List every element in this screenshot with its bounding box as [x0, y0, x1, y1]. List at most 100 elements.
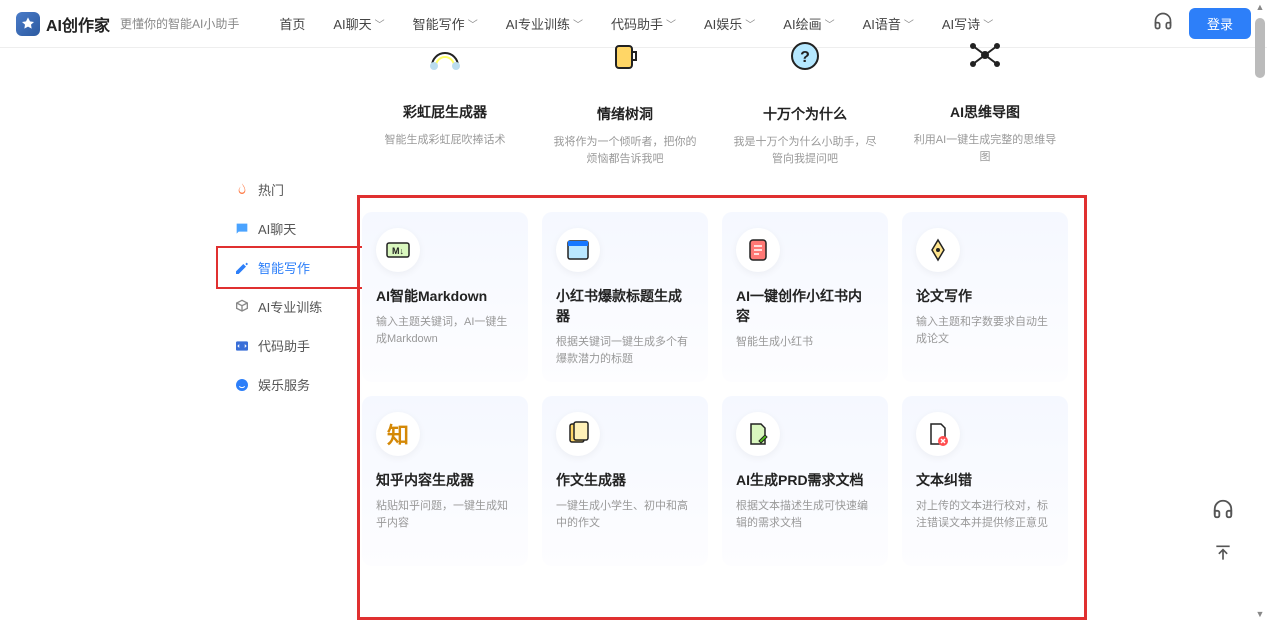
card-rainbow[interactable]: 彩虹屁生成器 智能生成彩虹屁吹捧话术 [362, 40, 528, 185]
zhihu-icon: 知 [376, 412, 420, 456]
sidebar-item-label: 智能写作 [258, 258, 310, 277]
card-xiaohongshu-title[interactable]: 小红书爆款标题生成器 根据关键词一键生成多个有爆款潜力的标题 [542, 212, 708, 382]
nav-menu: 首页 AI聊天﹀ 智能写作﹀ AI专业训练﹀ 代码助手﹀ AI娱乐﹀ AI绘画﹀… [279, 14, 993, 33]
nav-code[interactable]: 代码助手﹀ [611, 14, 676, 33]
svg-text:?: ? [800, 49, 810, 66]
nav-home[interactable]: 首页 [279, 14, 305, 33]
back-to-top-icon[interactable] [1209, 539, 1237, 567]
card-desc: 粘贴知乎问题，一键生成知乎内容 [376, 498, 514, 531]
nav-writing[interactable]: 智能写作﹀ [413, 14, 478, 33]
card-prd[interactable]: AI生成PRD需求文档 根据文本描述生成可快速编辑的需求文档 [722, 396, 888, 566]
card-desc: 输入主题和字数要求自动生成论文 [916, 314, 1054, 347]
doc-icon [556, 412, 600, 456]
card-title: 作文生成器 [556, 470, 694, 490]
card-title: AI一键创作小红书内容 [736, 286, 874, 326]
card-markdown[interactable]: M↓ AI智能Markdown 输入主题关键词，AI一键生成Markdown [362, 212, 528, 382]
chat-icon [234, 221, 250, 237]
svg-text:M↓: M↓ [392, 246, 404, 256]
card-title: AI智能Markdown [376, 286, 514, 306]
sidebar-item-training[interactable]: AI专业训练 [220, 287, 360, 326]
card-title: AI生成PRD需求文档 [736, 470, 874, 490]
support-icon[interactable] [1209, 495, 1237, 523]
file-error-icon [916, 412, 960, 456]
mindmap-icon [912, 40, 1058, 70]
login-button[interactable]: 登录 [1189, 8, 1251, 39]
sidebar-item-label: 娱乐服务 [258, 375, 310, 394]
markdown-icon: M↓ [376, 228, 420, 272]
nav-drawing[interactable]: AI绘画﹀ [783, 14, 834, 33]
sidebar-item-entertainment[interactable]: 娱乐服务 [220, 365, 360, 404]
card-essay[interactable]: 作文生成器 一键生成小学生、初中和高中的作文 [542, 396, 708, 566]
card-desc: 根据文本描述生成可快速编辑的需求文档 [736, 498, 874, 531]
nav-chat[interactable]: AI聊天﹀ [333, 14, 384, 33]
question-icon: ? [732, 40, 878, 72]
float-buttons [1209, 495, 1237, 567]
chevron-down-icon: ﹀ [375, 16, 385, 31]
edit-icon [234, 260, 250, 276]
sidebar-item-label: 热门 [258, 180, 284, 199]
fire-icon [234, 182, 250, 198]
chevron-down-icon: ﹀ [573, 16, 583, 31]
card-desc: 对上传的文本进行校对，标注错误文本并提供修正意见 [916, 498, 1054, 531]
scroll-up-arrow[interactable]: ▲ [1255, 2, 1265, 14]
card-thesis[interactable]: 论文写作 输入主题和字数要求自动生成论文 [902, 212, 1068, 382]
scrollbar[interactable]: ▲ ▼ [1255, 4, 1265, 621]
sidebar-item-writing[interactable]: 智能写作 [220, 248, 360, 287]
nav-training[interactable]: AI专业训练﹀ [506, 14, 583, 33]
pen-icon [916, 228, 960, 272]
card-title: AI思维导图 [912, 102, 1058, 122]
card-emotion[interactable]: 情绪树洞 我将作为一个倾听者，把你的烦恼都告诉我吧 [542, 40, 708, 185]
card-title: 论文写作 [916, 286, 1054, 306]
scroll-down-arrow[interactable]: ▼ [1255, 609, 1265, 621]
nav-voice[interactable]: AI语音﹀ [863, 14, 914, 33]
chevron-down-icon: ﹀ [468, 16, 478, 31]
chevron-down-icon: ﹀ [904, 16, 914, 31]
card-desc: 根据关键词一键生成多个有爆款潜力的标题 [556, 334, 694, 367]
sidebar-item-label: AI专业训练 [258, 297, 322, 316]
chevron-down-icon: ﹀ [745, 16, 755, 31]
sidebar-item-label: AI聊天 [258, 219, 296, 238]
card-title: 知乎内容生成器 [376, 470, 514, 490]
sidebar-item-hot[interactable]: 热门 [220, 170, 360, 209]
chevron-down-icon: ﹀ [825, 16, 835, 31]
card-zhihu[interactable]: 知 知乎内容生成器 粘贴知乎问题，一键生成知乎内容 [362, 396, 528, 566]
card-proofreading[interactable]: 文本纠错 对上传的文本进行校对，标注错误文本并提供修正意见 [902, 396, 1068, 566]
chevron-down-icon: ﹀ [983, 16, 993, 31]
smile-icon [234, 377, 250, 393]
sidebar: 热门 AI聊天 智能写作 AI专业训练 代码助手 娱乐服务 [220, 170, 360, 404]
card-title: 彩虹屁生成器 [372, 102, 518, 122]
card-xiaohongshu-content[interactable]: AI一键创作小红书内容 智能生成小红书 [722, 212, 888, 382]
card-desc: 智能生成彩虹屁吹捧话术 [372, 132, 518, 149]
card-desc: 利用AI一键生成完整的思维导图 [912, 132, 1058, 165]
header-right: 登录 [1153, 8, 1251, 39]
cube-icon [234, 299, 250, 315]
rainbow-icon [372, 40, 518, 70]
nav-entertainment[interactable]: AI娱乐﹀ [704, 14, 755, 33]
window-icon [556, 228, 600, 272]
sidebar-item-chat[interactable]: AI聊天 [220, 209, 360, 248]
sidebar-item-code[interactable]: 代码助手 [220, 326, 360, 365]
card-desc: 智能生成小红书 [736, 334, 874, 351]
brand-subtitle: 更懂你的智能AI小助手 [120, 15, 239, 32]
cards-grid: M↓ AI智能Markdown 输入主题关键词，AI一键生成Markdown 小… [362, 212, 1082, 566]
nav-poetry[interactable]: AI写诗﹀ [942, 14, 993, 33]
card-desc: 输入主题关键词，AI一键生成Markdown [376, 314, 514, 347]
headset-icon[interactable] [1153, 11, 1173, 36]
card-title: 小红书爆款标题生成器 [556, 286, 694, 326]
sidebar-item-label: 代码助手 [258, 336, 310, 355]
chevron-down-icon: ﹀ [666, 16, 676, 31]
card-title: 情绪树洞 [552, 104, 698, 124]
logo[interactable]: AI创作家 [16, 12, 110, 36]
brand-name: AI创作家 [46, 12, 110, 36]
cup-icon [552, 40, 698, 72]
top-cards-row: 彩虹屁生成器 智能生成彩虹屁吹捧话术 情绪树洞 我将作为一个倾听者，把你的烦恼都… [362, 40, 1082, 185]
card-title: 文本纠错 [916, 470, 1054, 490]
card-title: 十万个为什么 [732, 104, 878, 124]
card-desc: 我将作为一个倾听者，把你的烦恼都告诉我吧 [552, 134, 698, 167]
card-desc: 我是十万个为什么小助手，尽管向我提问吧 [732, 134, 878, 167]
note-icon [736, 228, 780, 272]
card-why[interactable]: ? 十万个为什么 我是十万个为什么小助手，尽管向我提问吧 [722, 40, 888, 185]
card-mindmap[interactable]: AI思维导图 利用AI一键生成完整的思维导图 [902, 40, 1068, 185]
scrollbar-thumb[interactable] [1255, 18, 1265, 78]
card-desc: 一键生成小学生、初中和高中的作文 [556, 498, 694, 531]
